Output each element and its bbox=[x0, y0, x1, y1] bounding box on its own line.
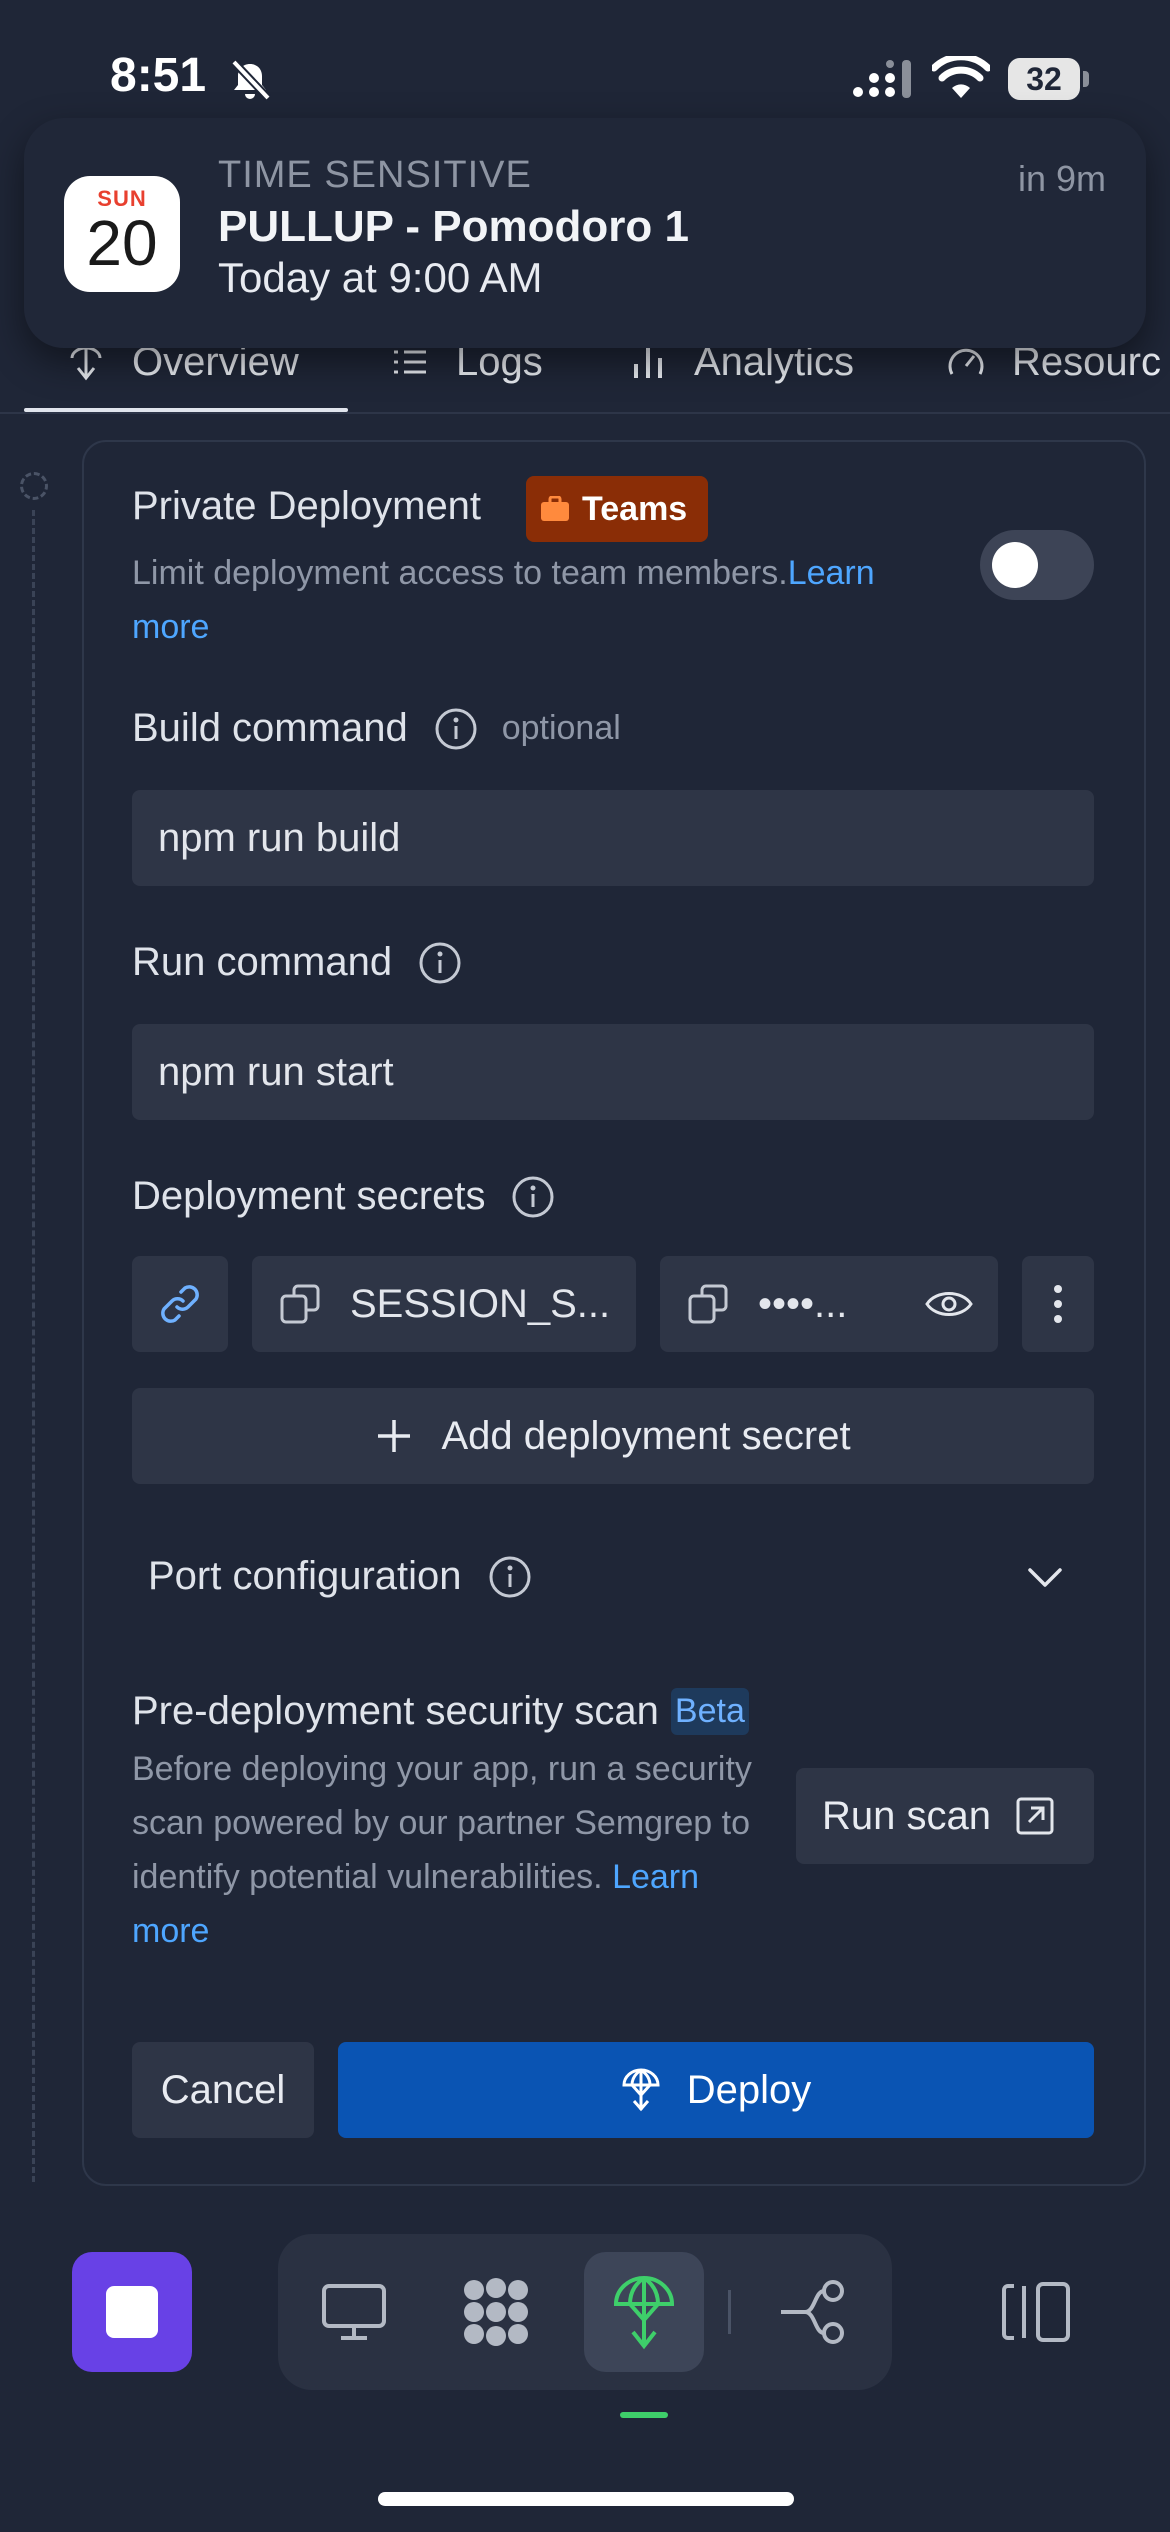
link-secret-button[interactable] bbox=[132, 1256, 228, 1352]
deploy-button[interactable]: Deploy bbox=[338, 2042, 1094, 2138]
secret-more-button[interactable] bbox=[1022, 1256, 1094, 1352]
beta-badge: Beta bbox=[670, 1688, 749, 1735]
packages-icon bbox=[464, 2278, 528, 2346]
secret-value-field[interactable]: ••••... bbox=[660, 1256, 998, 1352]
info-icon[interactable] bbox=[434, 707, 478, 751]
secret-key-field[interactable]: SESSION_S... bbox=[252, 1256, 636, 1352]
active-dock-indicator bbox=[620, 2412, 668, 2418]
calendar-app-icon: SUN 20 bbox=[64, 176, 180, 292]
build-command-value: npm run build bbox=[158, 816, 401, 860]
secret-value-masked: ••••... bbox=[758, 1281, 848, 1326]
toggle-knob bbox=[992, 542, 1038, 588]
optional-label: optional bbox=[501, 709, 621, 747]
notification-time: in 9m bbox=[1017, 158, 1106, 199]
wifi-icon bbox=[932, 56, 990, 98]
port-configuration-label: Port configuration bbox=[148, 1554, 462, 1598]
notification-label: TIME SENSITIVE bbox=[218, 154, 532, 196]
bell-slash-icon bbox=[231, 59, 271, 101]
dock-git-button[interactable] bbox=[754, 2252, 874, 2372]
notification-banner[interactable]: SUN 20 TIME SENSITIVE PULLUP - Pomodoro … bbox=[24, 118, 1146, 348]
panel-toggle-icon[interactable] bbox=[1000, 2280, 1072, 2344]
notification-body: Today at 9:00 AM bbox=[218, 254, 543, 301]
dock-webview-button[interactable] bbox=[294, 2252, 414, 2372]
teams-badge-label: Teams bbox=[582, 489, 688, 528]
dock-packages-button[interactable] bbox=[436, 2252, 556, 2372]
secret-key: SESSION_S... bbox=[350, 1281, 611, 1326]
timeline-dot bbox=[20, 472, 48, 500]
info-icon[interactable] bbox=[418, 941, 462, 985]
list-icon bbox=[394, 350, 426, 374]
cellular-signal-icon bbox=[853, 60, 911, 98]
deploy-icon bbox=[613, 2276, 675, 2350]
notification-title: PULLUP - Pomodoro 1 bbox=[218, 202, 689, 251]
gauge-icon bbox=[948, 348, 984, 375]
security-scan-description: Before deploying your app, run a securit… bbox=[132, 1750, 752, 1950]
port-configuration-toggle[interactable]: Port configuration bbox=[148, 1554, 532, 1599]
run-scan-button[interactable]: Run scan bbox=[796, 1768, 1094, 1864]
copy-icon[interactable] bbox=[686, 1282, 730, 1326]
monitor-icon bbox=[322, 2284, 386, 2340]
deploy-label: Deploy bbox=[686, 2067, 812, 2112]
deploy-icon bbox=[70, 346, 102, 381]
private-deployment-title: Private Deployment bbox=[132, 484, 482, 528]
security-scan-title: Pre-deployment security scan Beta bbox=[132, 1688, 749, 1735]
more-vertical-icon bbox=[1054, 1285, 1062, 1323]
chevron-down-icon[interactable] bbox=[1026, 1566, 1064, 1590]
eye-icon[interactable] bbox=[924, 1286, 974, 1322]
calendar-date: 20 bbox=[86, 207, 158, 279]
private-deployment-toggle[interactable] bbox=[980, 530, 1094, 600]
info-icon[interactable] bbox=[488, 1555, 532, 1599]
build-command-input[interactable]: npm run build bbox=[132, 790, 1094, 886]
add-secret-label: Add deployment secret bbox=[441, 1413, 851, 1458]
dock-divider bbox=[728, 2290, 731, 2334]
plus-icon bbox=[378, 1420, 411, 1452]
bar-chart-icon bbox=[634, 348, 662, 378]
add-deployment-secret-button[interactable]: Add deployment secret bbox=[132, 1388, 1094, 1484]
run-command-label: Run command bbox=[132, 940, 462, 985]
briefcase-icon bbox=[541, 496, 569, 521]
bottom-dock bbox=[278, 2234, 892, 2390]
active-tab-indicator bbox=[24, 408, 348, 412]
stop-button[interactable] bbox=[72, 2252, 192, 2372]
stop-icon bbox=[106, 2286, 158, 2338]
cancel-button[interactable]: Cancel bbox=[132, 2042, 314, 2138]
run-scan-label: Run scan bbox=[822, 1793, 991, 1838]
home-indicator[interactable] bbox=[378, 2492, 794, 2506]
status-time: 8:51 bbox=[110, 49, 207, 102]
deploy-icon bbox=[622, 2068, 660, 2112]
battery-level: 32 bbox=[1026, 61, 1062, 97]
teams-badge: Teams bbox=[526, 476, 708, 542]
external-link-icon bbox=[1016, 1797, 1054, 1835]
timeline-line bbox=[32, 510, 35, 2182]
git-branch-icon bbox=[781, 2280, 844, 2344]
battery-indicator: 32 bbox=[1008, 58, 1089, 100]
copy-icon[interactable] bbox=[278, 1282, 322, 1326]
run-command-value: npm run start bbox=[158, 1050, 394, 1094]
info-icon[interactable] bbox=[511, 1175, 555, 1219]
build-command-label: Build command optional bbox=[132, 706, 621, 751]
link-icon bbox=[161, 1285, 199, 1323]
deployment-secrets-label: Deployment secrets bbox=[132, 1174, 555, 1219]
run-command-input[interactable]: npm run start bbox=[132, 1024, 1094, 1120]
dock-deployments-button[interactable] bbox=[584, 2252, 704, 2372]
private-deployment-description: Limit deployment access to team members.… bbox=[132, 554, 875, 646]
